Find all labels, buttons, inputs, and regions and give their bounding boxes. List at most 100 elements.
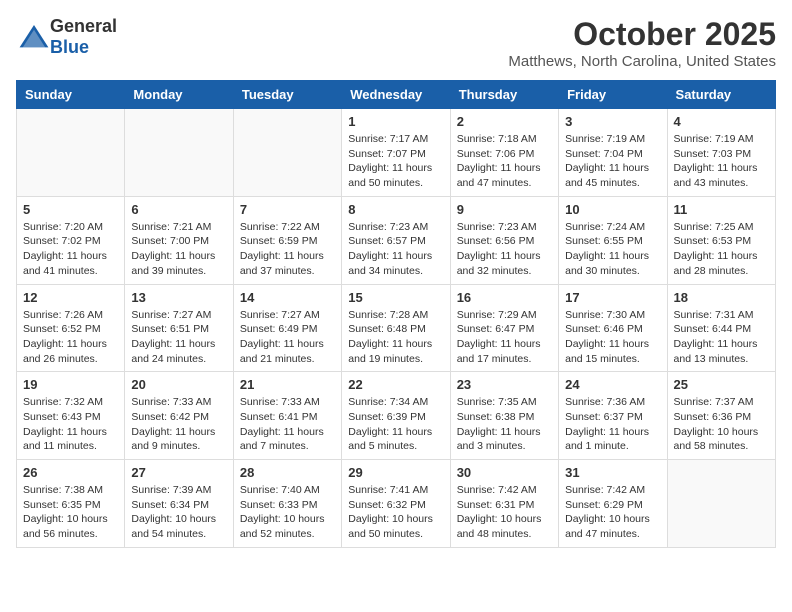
table-row: 20 Sunrise: 7:33 AMSunset: 6:42 PMDayligh… <box>125 372 233 460</box>
day-info: Sunrise: 7:22 AMSunset: 6:59 PMDaylight:… <box>240 220 335 279</box>
logo-general: General <box>50 16 117 36</box>
day-number: 16 <box>457 290 552 305</box>
day-number: 13 <box>131 290 226 305</box>
day-info: Sunrise: 7:31 AMSunset: 6:44 PMDaylight:… <box>674 308 769 367</box>
day-number: 5 <box>23 202 118 217</box>
table-row: 17Sunrise: 7:30 AMSunset: 6:46 PMDayligh… <box>559 284 667 372</box>
table-row: 25Sunrise: 7:37 AMSunset: 6:36 PMDayligh… <box>667 372 775 460</box>
day-info: Sunrise: 7:26 AMSunset: 6:52 PMDaylight:… <box>23 308 118 367</box>
table-row: 4Sunrise: 7:19 AMSunset: 7:03 PMDaylight… <box>667 109 775 197</box>
day-info: Sunrise: 7:33 AMSunset: 6:42 PMDaylight:… <box>131 395 226 454</box>
table-row: 21 Sunrise: 7:33 AMSunset: 6:41 PMDayligh… <box>233 372 341 460</box>
table-row: 22Sunrise: 7:34 AMSunset: 6:39 PMDayligh… <box>342 372 450 460</box>
table-row: 12 Sunrise: 7:26 AMSunset: 6:52 PMDayligh… <box>17 284 125 372</box>
table-row: 10 Sunrise: 7:24 AMSunset: 6:55 PMDayligh… <box>559 196 667 284</box>
table-row: 18 Sunrise: 7:31 AMSunset: 6:44 PMDayligh… <box>667 284 775 372</box>
table-row: 3Sunrise: 7:19 AMSunset: 7:04 PMDaylight… <box>559 109 667 197</box>
title-section: October 2025 Matthews, North Carolina, U… <box>508 16 776 70</box>
day-number: 20 <box>131 377 226 392</box>
day-number: 17 <box>565 290 660 305</box>
day-info: Sunrise: 7:36 AMSunset: 6:37 PMDaylight:… <box>565 395 660 454</box>
table-row: 6 Sunrise: 7:21 AMSunset: 7:00 PMDaylight… <box>125 196 233 284</box>
day-info: Sunrise: 7:19 AMSunset: 7:03 PMDaylight:… <box>674 132 769 191</box>
table-row: 19Sunrise: 7:32 AMSunset: 6:43 PMDayligh… <box>17 372 125 460</box>
day-number: 1 <box>348 114 443 129</box>
day-info: Sunrise: 7:29 AMSunset: 6:47 PMDaylight:… <box>457 308 552 367</box>
day-info: Sunrise: 7:17 AMSunset: 7:07 PMDaylight:… <box>348 132 443 191</box>
table-row: 14 Sunrise: 7:27 AMSunset: 6:49 PMDayligh… <box>233 284 341 372</box>
day-number: 8 <box>348 202 443 217</box>
calendar-header-row: Sunday Monday Tuesday Wednesday Thursday… <box>17 81 776 109</box>
day-number: 31 <box>565 465 660 480</box>
calendar-week-row: 26 Sunrise: 7:38 AMSunset: 6:35 PMDayligh… <box>17 460 776 548</box>
logo: General Blue <box>16 16 117 58</box>
table-row: 1 Sunrise: 7:17 AMSunset: 7:07 PMDaylight… <box>342 109 450 197</box>
day-info: Sunrise: 7:39 AMSunset: 6:34 PMDaylight:… <box>131 483 226 542</box>
day-info: Sunrise: 7:34 AMSunset: 6:39 PMDaylight:… <box>348 395 443 454</box>
calendar-week-row: 5 Sunrise: 7:20 AMSunset: 7:02 PMDaylight… <box>17 196 776 284</box>
day-number: 7 <box>240 202 335 217</box>
day-number: 2 <box>457 114 552 129</box>
day-info: Sunrise: 7:20 AMSunset: 7:02 PMDaylight:… <box>23 220 118 279</box>
calendar: Sunday Monday Tuesday Wednesday Thursday… <box>16 80 776 548</box>
day-info: Sunrise: 7:28 AMSunset: 6:48 PMDaylight:… <box>348 308 443 367</box>
header-wednesday: Wednesday <box>342 81 450 109</box>
day-number: 30 <box>457 465 552 480</box>
location-title: Matthews, North Carolina, United States <box>508 53 776 70</box>
day-number: 28 <box>240 465 335 480</box>
day-number: 9 <box>457 202 552 217</box>
day-number: 27 <box>131 465 226 480</box>
table-row: 8 Sunrise: 7:23 AMSunset: 6:57 PMDaylight… <box>342 196 450 284</box>
table-row: 15 Sunrise: 7:28 AMSunset: 6:48 PMDayligh… <box>342 284 450 372</box>
day-info: Sunrise: 7:33 AMSunset: 6:41 PMDaylight:… <box>240 395 335 454</box>
day-number: 23 <box>457 377 552 392</box>
logo-icon <box>18 23 50 51</box>
table-row: 28 Sunrise: 7:40 AMSunset: 6:33 PMDayligh… <box>233 460 341 548</box>
table-row: 26 Sunrise: 7:38 AMSunset: 6:35 PMDayligh… <box>17 460 125 548</box>
table-row: 5 Sunrise: 7:20 AMSunset: 7:02 PMDaylight… <box>17 196 125 284</box>
day-info: Sunrise: 7:21 AMSunset: 7:00 PMDaylight:… <box>131 220 226 279</box>
calendar-week-row: 12 Sunrise: 7:26 AMSunset: 6:52 PMDayligh… <box>17 284 776 372</box>
header-saturday: Saturday <box>667 81 775 109</box>
table-row: 13 Sunrise: 7:27 AMSunset: 6:51 PMDayligh… <box>125 284 233 372</box>
day-number: 14 <box>240 290 335 305</box>
day-info: Sunrise: 7:42 AMSunset: 6:29 PMDaylight:… <box>565 483 660 542</box>
table-row: 16 Sunrise: 7:29 AMSunset: 6:47 PMDayligh… <box>450 284 558 372</box>
day-number: 26 <box>23 465 118 480</box>
table-row: 7 Sunrise: 7:22 AMSunset: 6:59 PMDaylight… <box>233 196 341 284</box>
month-title: October 2025 <box>508 16 776 53</box>
table-row: 27 Sunrise: 7:39 AMSunset: 6:34 PMDayligh… <box>125 460 233 548</box>
table-row: 29 Sunrise: 7:41 AMSunset: 6:32 PMDayligh… <box>342 460 450 548</box>
day-info: Sunrise: 7:42 AMSunset: 6:31 PMDaylight:… <box>457 483 552 542</box>
table-row <box>17 109 125 197</box>
day-number: 12 <box>23 290 118 305</box>
day-number: 10 <box>565 202 660 217</box>
day-info: Sunrise: 7:40 AMSunset: 6:33 PMDaylight:… <box>240 483 335 542</box>
day-number: 29 <box>348 465 443 480</box>
day-number: 24 <box>565 377 660 392</box>
header-friday: Friday <box>559 81 667 109</box>
day-info: Sunrise: 7:27 AMSunset: 6:49 PMDaylight:… <box>240 308 335 367</box>
day-info: Sunrise: 7:23 AMSunset: 6:57 PMDaylight:… <box>348 220 443 279</box>
day-info: Sunrise: 7:38 AMSunset: 6:35 PMDaylight:… <box>23 483 118 542</box>
day-number: 19 <box>23 377 118 392</box>
day-number: 11 <box>674 202 769 217</box>
header-sunday: Sunday <box>17 81 125 109</box>
table-row <box>233 109 341 197</box>
day-info: Sunrise: 7:18 AMSunset: 7:06 PMDaylight:… <box>457 132 552 191</box>
table-row: 30 Sunrise: 7:42 AMSunset: 6:31 PMDayligh… <box>450 460 558 548</box>
calendar-week-row: 19Sunrise: 7:32 AMSunset: 6:43 PMDayligh… <box>17 372 776 460</box>
day-number: 21 <box>240 377 335 392</box>
day-number: 6 <box>131 202 226 217</box>
day-number: 3 <box>565 114 660 129</box>
day-info: Sunrise: 7:41 AMSunset: 6:32 PMDaylight:… <box>348 483 443 542</box>
day-info: Sunrise: 7:25 AMSunset: 6:53 PMDaylight:… <box>674 220 769 279</box>
header-tuesday: Tuesday <box>233 81 341 109</box>
header-thursday: Thursday <box>450 81 558 109</box>
day-number: 18 <box>674 290 769 305</box>
day-info: Sunrise: 7:24 AMSunset: 6:55 PMDaylight:… <box>565 220 660 279</box>
day-info: Sunrise: 7:27 AMSunset: 6:51 PMDaylight:… <box>131 308 226 367</box>
table-row <box>125 109 233 197</box>
day-number: 15 <box>348 290 443 305</box>
table-row: 11 Sunrise: 7:25 AMSunset: 6:53 PMDayligh… <box>667 196 775 284</box>
